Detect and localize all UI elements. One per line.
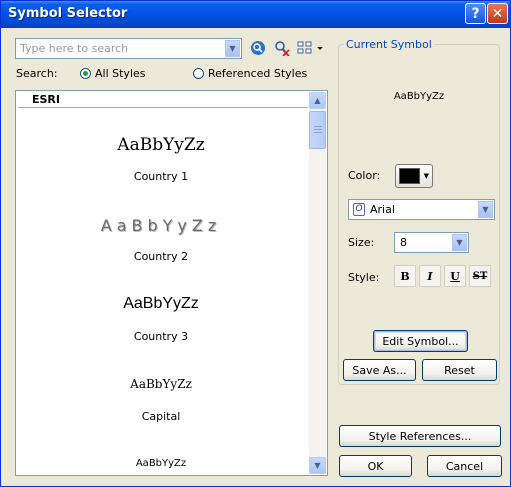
symbol-name[interactable]: Country 2 <box>16 250 306 263</box>
clear-search-button[interactable] <box>273 39 291 57</box>
size-dropdown[interactable]: 8 ▼ <box>394 232 469 253</box>
radio-all-styles[interactable]: All Styles <box>80 67 146 80</box>
size-value: 8 <box>400 236 407 249</box>
scroll-thumb[interactable] <box>309 111 326 149</box>
symbol-preview[interactable]: AaBbYyZz <box>16 216 306 235</box>
edit-symbol-button[interactable]: Edit Symbol... <box>373 330 468 352</box>
color-label: Color: <box>348 169 381 182</box>
radio-button[interactable] <box>193 68 204 79</box>
chevron-down-icon: ▼ <box>456 238 463 247</box>
scroll-down-button[interactable]: ▼ <box>309 457 326 474</box>
radio-label-referenced-styles: Referenced Styles <box>208 67 308 80</box>
ok-button[interactable]: OK <box>339 455 412 477</box>
chevron-down-icon: ▼ <box>314 461 321 470</box>
symbol-list[interactable]: ESRI AaBbYyZz Country 1 AaBbYyZz Country… <box>15 90 328 476</box>
view-options-button[interactable] <box>297 39 325 57</box>
title-bar: Symbol Selector ? ✕ <box>1 1 510 28</box>
close-button[interactable]: ✕ <box>487 3 508 24</box>
search-button[interactable] <box>249 39 267 57</box>
current-symbol-title: Current Symbol <box>344 38 434 51</box>
strikethrough-button[interactable]: ST <box>469 265 491 287</box>
font-dropdown[interactable]: O Arial ▼ <box>348 199 495 220</box>
size-label: Size: <box>348 236 375 249</box>
chevron-down-icon: ▼ <box>423 172 429 180</box>
radio-button-selected[interactable] <box>80 68 91 79</box>
radio-label-all-styles: All Styles <box>95 67 146 80</box>
symbol-preview[interactable]: AaBbYyZz <box>16 295 306 313</box>
font-value: Arial <box>370 203 395 216</box>
clear-search-icon <box>275 41 290 56</box>
window-title: Symbol Selector <box>8 6 128 21</box>
close-icon: ✕ <box>491 5 504 22</box>
color-swatch <box>399 168 420 184</box>
size-dropdown-arrow[interactable]: ▼ <box>452 234 467 251</box>
help-icon: ? <box>471 5 480 22</box>
font-dropdown-arrow[interactable]: ▼ <box>478 201 493 218</box>
search-scope-label: Search: <box>16 67 58 80</box>
symbol-preview[interactable]: AaBbYyZz <box>16 135 306 155</box>
style-label: Style: <box>348 271 380 284</box>
view-options-icon <box>297 41 323 54</box>
italic-button[interactable]: I <box>419 265 441 287</box>
style-group-header: ESRI <box>18 93 308 108</box>
cancel-button[interactable]: Cancel <box>427 455 502 477</box>
symbol-name[interactable]: Country 3 <box>16 330 306 343</box>
chevron-down-icon: ▼ <box>482 205 489 214</box>
search-icon <box>251 41 265 55</box>
symbol-selector-dialog: Symbol Selector ? ✕ ▼ Search: <box>0 0 511 487</box>
search-input[interactable] <box>16 39 225 58</box>
search-dropdown-arrow[interactable]: ▼ <box>225 40 240 57</box>
symbol-name[interactable]: Capital <box>16 410 306 423</box>
help-button[interactable]: ? <box>465 3 486 24</box>
current-symbol-preview: AaBbYyZz <box>393 91 445 102</box>
save-as-button[interactable]: Save As... <box>343 359 416 381</box>
underline-button[interactable]: U <box>444 265 466 287</box>
search-combo[interactable]: ▼ <box>15 38 242 59</box>
chevron-down-icon: ▼ <box>229 44 236 53</box>
symbol-preview[interactable]: AaBbYyZz <box>16 458 306 469</box>
reset-button[interactable]: Reset <box>422 359 497 381</box>
symbol-list-scrollbar[interactable]: ▲ ▼ <box>309 92 326 474</box>
opentype-font-icon: O <box>353 203 365 216</box>
symbol-preview[interactable]: AaBbYyZz <box>16 377 306 391</box>
symbol-name[interactable]: Country 1 <box>16 170 306 183</box>
bold-button[interactable]: B <box>394 265 416 287</box>
radio-referenced-styles[interactable]: Referenced Styles <box>193 67 307 80</box>
color-picker-button[interactable]: ▼ <box>395 164 433 188</box>
style-references-button[interactable]: Style References... <box>339 425 501 447</box>
scroll-up-button[interactable]: ▲ <box>309 92 326 109</box>
chevron-up-icon: ▲ <box>314 96 321 105</box>
